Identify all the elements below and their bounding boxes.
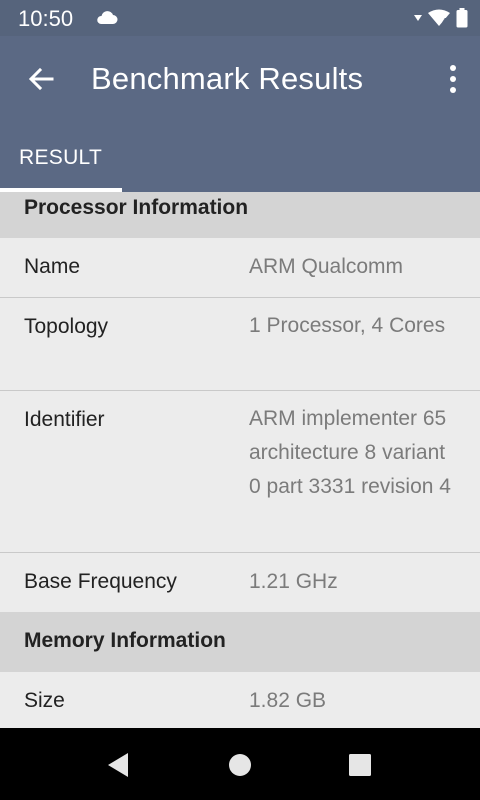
status-bar: 10:50 4 [0, 0, 480, 36]
section-header-processor: Processor Information [0, 192, 480, 238]
nav-home-icon[interactable] [225, 750, 255, 780]
row-value: 1 Processor, 4 Cores [249, 314, 446, 337]
wifi-icon: 4 [428, 9, 450, 26]
cloud-icon [97, 11, 118, 24]
navigation-bar [0, 728, 480, 800]
nav-back-icon[interactable] [104, 750, 134, 780]
row-value: ARM implementer 65 architecture 8 varian… [249, 407, 451, 498]
section-header-memory: Memory Information [0, 612, 480, 672]
row-value: ARM Qualcomm [249, 255, 404, 278]
row-value: 1.82 GB [249, 689, 327, 712]
tab-result-label: RESULT [19, 146, 103, 169]
info-row-base-frequency: Base Frequency 1.21 GHz [0, 553, 480, 612]
signal-arrow-icon [414, 15, 422, 21]
status-icons: 4 [414, 7, 468, 29]
info-row-name: Name ARM Qualcomm [0, 238, 480, 298]
battery-icon [456, 8, 468, 28]
status-time: 10:50 [18, 6, 74, 31]
wifi-badge: 4 [442, 17, 447, 26]
row-label: Base Frequency [24, 570, 177, 593]
row-label: Topology [24, 315, 109, 338]
tab-result[interactable]: RESULT [0, 136, 122, 192]
info-row-topology: Topology 1 Processor, 4 Cores [0, 298, 480, 391]
back-arrow-icon[interactable] [24, 62, 58, 96]
more-options-icon[interactable] [446, 62, 460, 96]
nav-recents-icon[interactable] [345, 750, 375, 780]
row-value: 1.21 GHz [249, 570, 338, 593]
row-label: Name [24, 255, 81, 278]
info-row-identifier: Identifier ARM implementer 65 architectu… [0, 391, 480, 553]
app-bar: Benchmark Results RESULT [0, 36, 480, 192]
results-list[interactable]: Processor Information Name ARM Qualcomm … [0, 192, 480, 728]
row-label: Size [24, 689, 65, 712]
info-row-size: Size 1.82 GB [0, 672, 480, 728]
page-title: Benchmark Results [91, 61, 364, 96]
row-label: Identifier [24, 408, 105, 431]
